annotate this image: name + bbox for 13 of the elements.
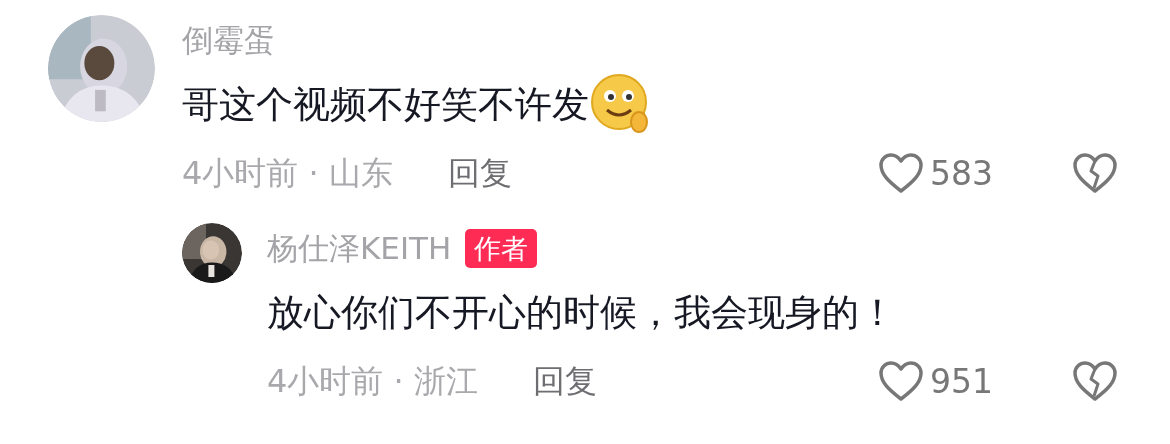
comment-meta: 4小时前 · 山东 [182, 157, 393, 189]
reply-button[interactable]: 回复 [532, 365, 597, 397]
comment-text: 哥这个视频不好笑不许发 [182, 85, 589, 123]
heart-icon[interactable] [878, 360, 924, 402]
author-badge: 作者 [465, 228, 538, 268]
comment-meta: 4小时前 · 浙江 [267, 365, 478, 397]
broken-heart-icon[interactable] [1072, 360, 1118, 402]
comment-text: 放心你们不开心的时候，我会现身的！ [267, 293, 896, 331]
like-count: 583 [930, 156, 994, 190]
heart-icon[interactable] [878, 152, 924, 194]
like-count: 951 [930, 364, 994, 398]
reply-button[interactable]: 回复 [447, 157, 512, 189]
broken-heart-icon[interactable] [1072, 152, 1118, 194]
